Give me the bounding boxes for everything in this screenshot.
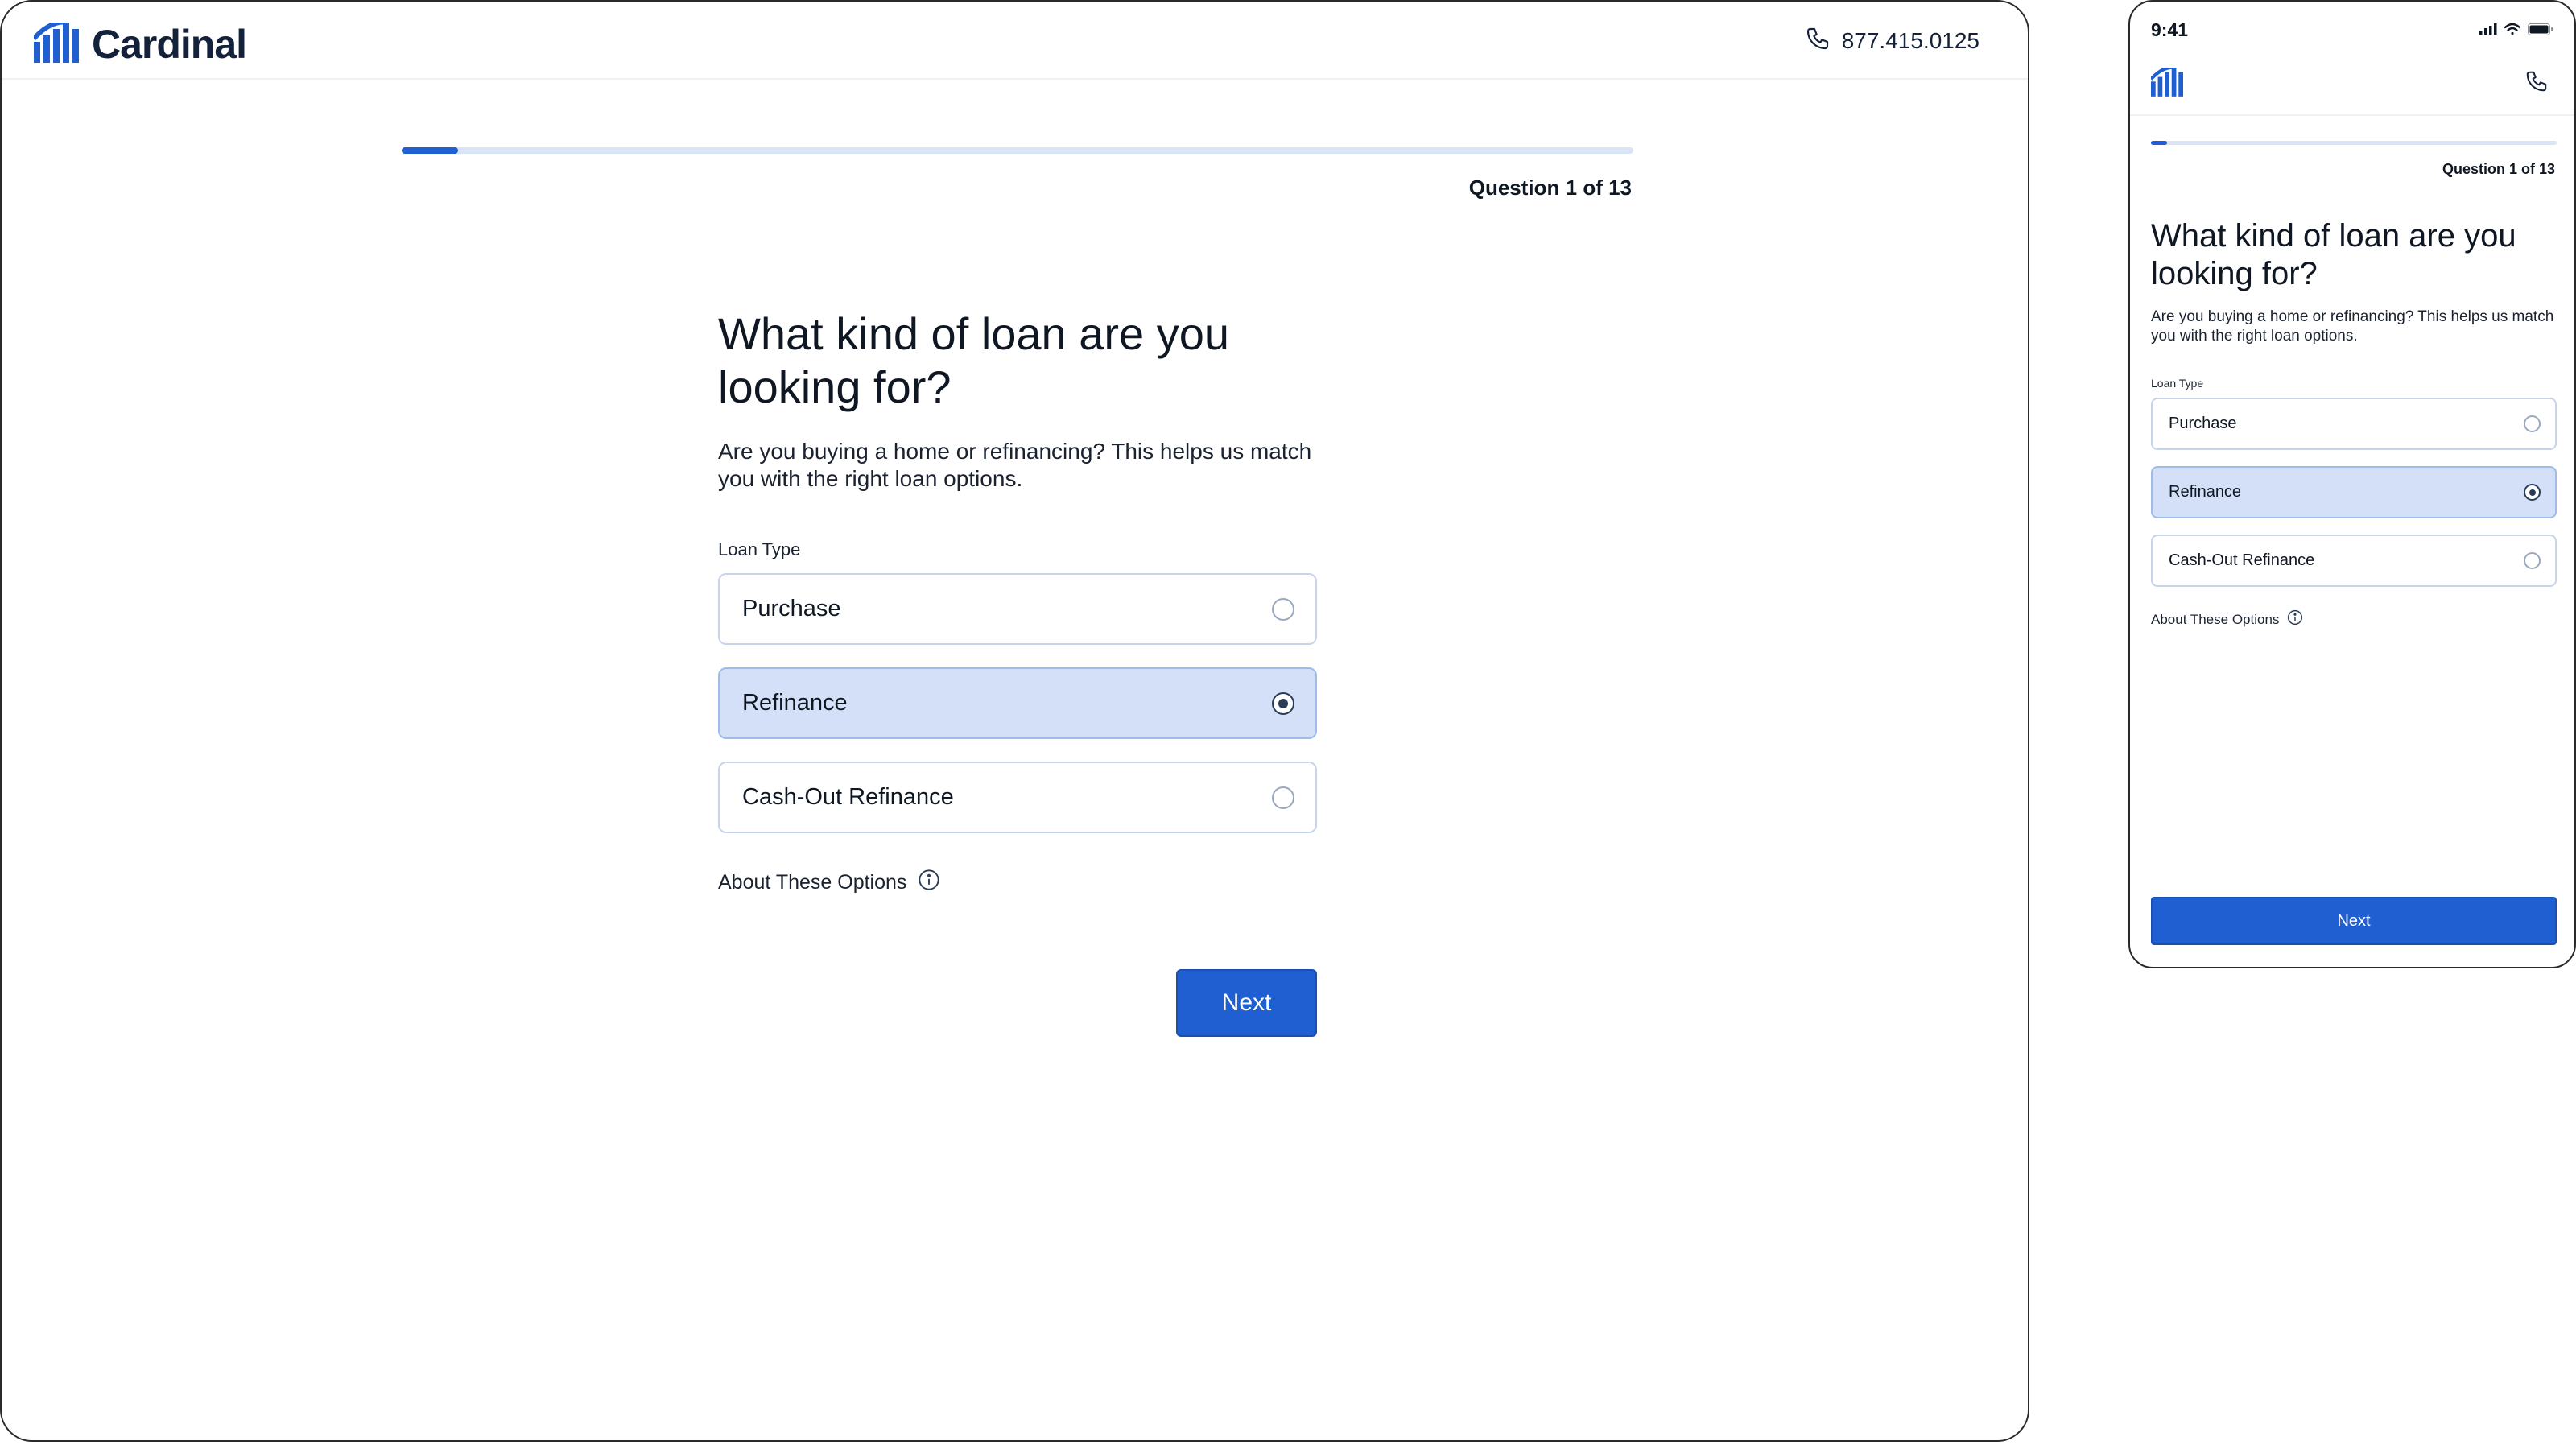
radio-button[interactable]	[1272, 786, 1294, 809]
option-refinance[interactable]: Refinance	[2151, 466, 2557, 518]
about-options-label: About These Options	[718, 871, 907, 894]
option-label: Refinance	[2169, 483, 2242, 501]
signal-icon	[2473, 23, 2497, 39]
logo[interactable]	[2149, 65, 2183, 101]
question-subtitle: Are you buying a home or refinancing? Th…	[2151, 308, 2554, 345]
option-label: Refinance	[742, 690, 848, 716]
brand-name: Cardinal	[92, 22, 247, 67]
logo[interactable]: Cardinal	[31, 19, 247, 68]
info-icon[interactable]	[2279, 609, 2303, 630]
phone-icon	[1805, 26, 1831, 56]
option-refinance[interactable]: Refinance	[718, 667, 1317, 739]
phone-button[interactable]	[2524, 69, 2549, 97]
next-button[interactable]: Next	[1176, 969, 1317, 1037]
about-options-link[interactable]: About These Options	[718, 869, 1317, 897]
radio-button[interactable]	[1272, 598, 1294, 621]
question-subtitle: Are you buying a home or refinancing? Th…	[718, 439, 1312, 491]
next-button[interactable]: Next	[2151, 897, 2557, 945]
question-form: What kind of loan are you looking for? A…	[2151, 217, 2557, 630]
status-bar: 9:41	[2130, 2, 2574, 58]
phone-icon	[2524, 71, 2549, 97]
desktop-frame: Cardinal 877.415.0125 Question 1 of 13 W…	[0, 0, 2029, 1442]
cardinal-logo-icon	[31, 19, 79, 67]
option-cash-out-refinance[interactable]: Cash-Out Refinance	[2151, 535, 2557, 587]
mobile-frame: 9:41 Question 1 of 13 What kind of loan …	[2128, 0, 2576, 968]
option-label: Purchase	[2169, 415, 2237, 432]
about-options-link[interactable]: About These Options	[2151, 609, 2557, 630]
radio-button-selected[interactable]	[2524, 484, 2541, 501]
option-label: Cash-Out Refinance	[742, 784, 954, 810]
phone-link[interactable]: 877.415.0125	[1805, 26, 1979, 56]
question-form: What kind of loan are you looking for? A…	[718, 308, 1317, 897]
cardinal-logo-icon	[2149, 65, 2183, 100]
battery-icon	[2521, 23, 2553, 39]
question-counter: Question 1 of 13	[1468, 175, 1632, 200]
option-purchase[interactable]: Purchase	[718, 573, 1317, 645]
progress-fill	[402, 147, 458, 154]
loan-type-label: Loan Type	[718, 539, 801, 559]
question-counter: Question 1 of 13	[2442, 161, 2555, 177]
status-icons	[2473, 23, 2553, 39]
question-title: What kind of loan are you looking for?	[718, 308, 1230, 412]
progress-bar	[2151, 141, 2557, 145]
status-time: 9:41	[2151, 19, 2189, 40]
wifi-icon	[2497, 23, 2521, 39]
radio-button[interactable]	[2524, 415, 2541, 432]
radio-button-selected[interactable]	[1272, 692, 1294, 715]
option-label: Purchase	[742, 596, 841, 621]
mobile-header	[2130, 60, 2574, 116]
option-cash-out-refinance[interactable]: Cash-Out Refinance	[718, 762, 1317, 833]
radio-button[interactable]	[2524, 552, 2541, 569]
question-title: What kind of loan are you looking for?	[2151, 218, 2516, 291]
info-icon[interactable]	[906, 869, 940, 897]
radio-dot	[2529, 489, 2536, 496]
progress-bar	[402, 147, 1633, 154]
progress-fill	[2151, 141, 2167, 145]
site-header: Cardinal 877.415.0125	[2, 2, 2028, 80]
loan-type-label: Loan Type	[2151, 377, 2204, 390]
about-options-label: About These Options	[2151, 611, 2280, 627]
radio-dot	[1278, 699, 1288, 708]
option-purchase[interactable]: Purchase	[2151, 398, 2557, 450]
phone-number: 877.415.0125	[1841, 27, 1979, 53]
option-label: Cash-Out Refinance	[2169, 551, 2315, 569]
